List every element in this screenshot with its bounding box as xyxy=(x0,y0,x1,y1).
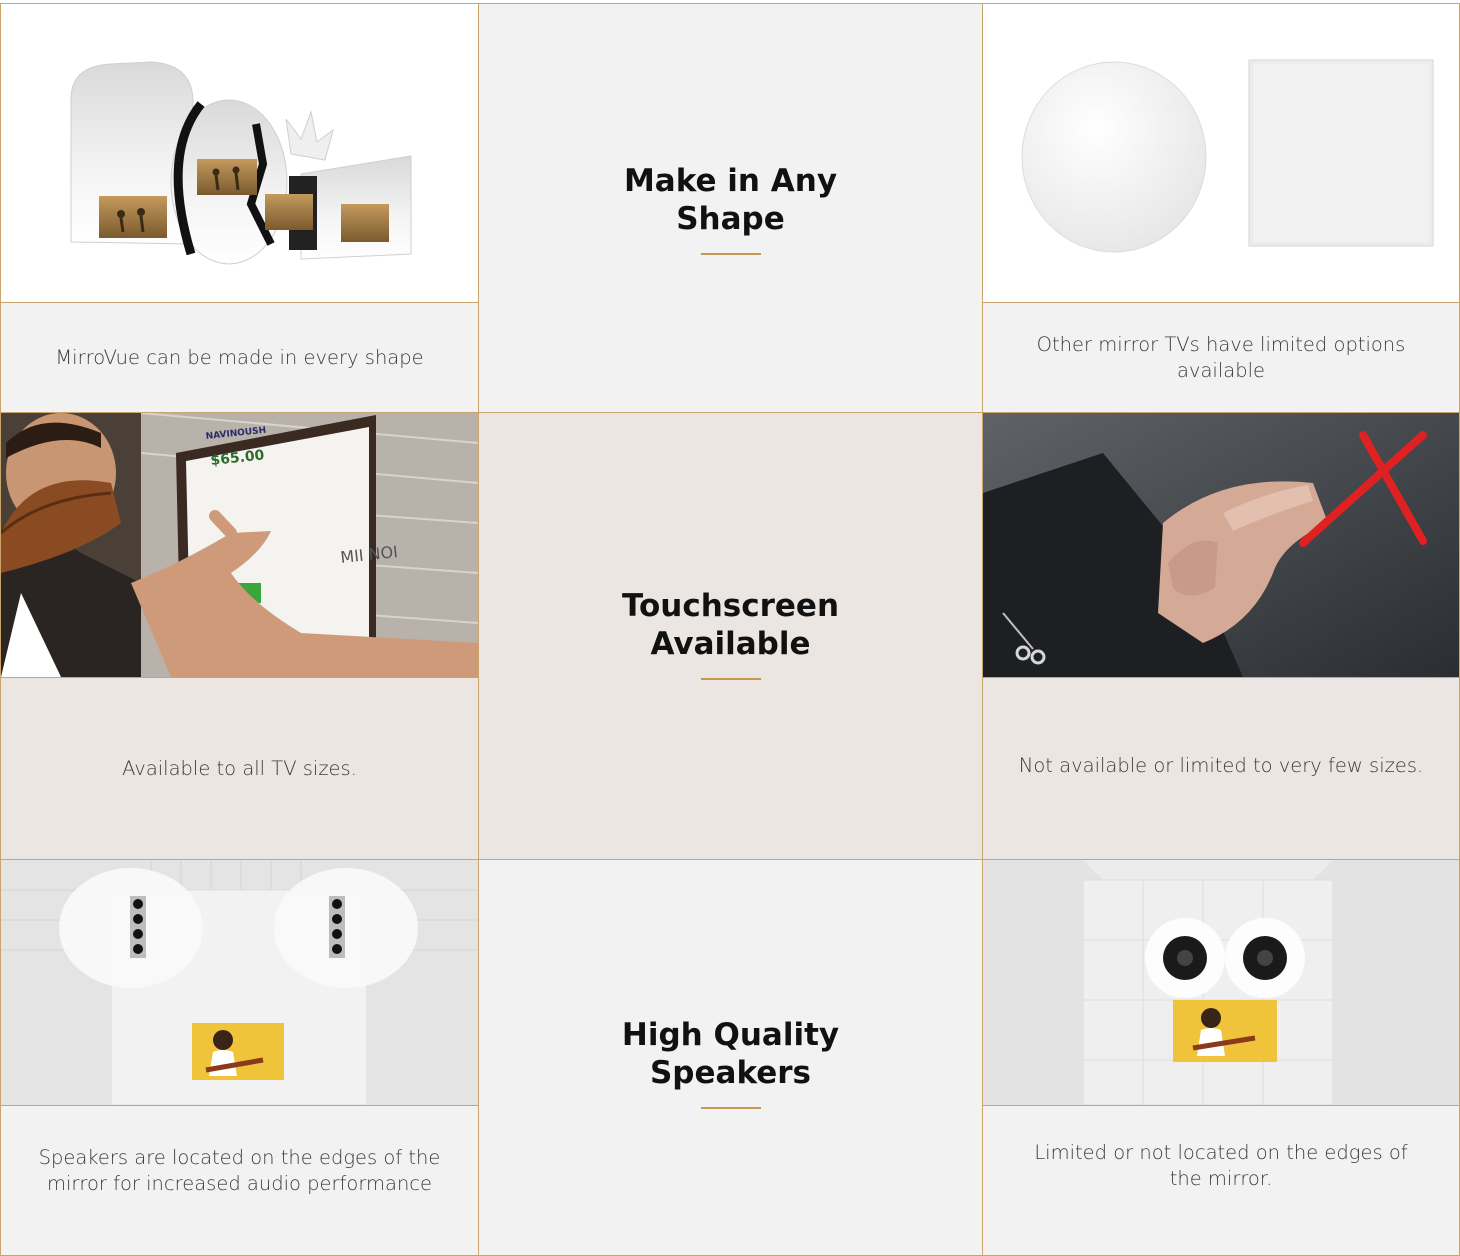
other-caption-shape: Other mirror TVs have limited options av… xyxy=(982,302,1460,413)
other-caption-touchscreen: Not available or limited to very few siz… xyxy=(982,677,1460,860)
feature-title-cell-speakers: High Quality Speakers xyxy=(478,859,983,1256)
mirrovue-caption-speakers: Speakers are located on the edges of the… xyxy=(0,1105,479,1256)
other-speakers-image xyxy=(982,859,1460,1106)
title-underline xyxy=(700,252,761,255)
feature-title-cell-touchscreen: Touchscreen Available xyxy=(478,412,983,860)
title-underline xyxy=(700,677,761,680)
mirrovue-speakers-image xyxy=(0,859,479,1106)
mirrovue-caption-touchscreen: Available to all TV sizes. xyxy=(0,677,479,860)
other-caption-speakers: Limited or not located on the edges of t… xyxy=(982,1105,1460,1256)
mirrovue-shapes-image xyxy=(0,3,479,303)
other-shapes-image xyxy=(982,3,1460,303)
comparison-grid: Make in Any Shape MirroVue can be made i… xyxy=(0,0,1460,1256)
title-underline xyxy=(700,1106,761,1109)
mirrovue-caption-shape: MirroVue can be made in every shape xyxy=(0,302,479,413)
feature-title: Make in Any Shape xyxy=(623,163,838,238)
feature-title: High Quality Speakers xyxy=(621,1017,840,1092)
other-touchscreen-image xyxy=(982,412,1460,678)
mirrovue-touchscreen-image: NAVINOUSH $65.00 MII NOI xyxy=(0,412,479,678)
feature-title: Touchscreen Available xyxy=(621,588,840,663)
feature-title-cell-shape: Make in Any Shape xyxy=(478,3,983,413)
